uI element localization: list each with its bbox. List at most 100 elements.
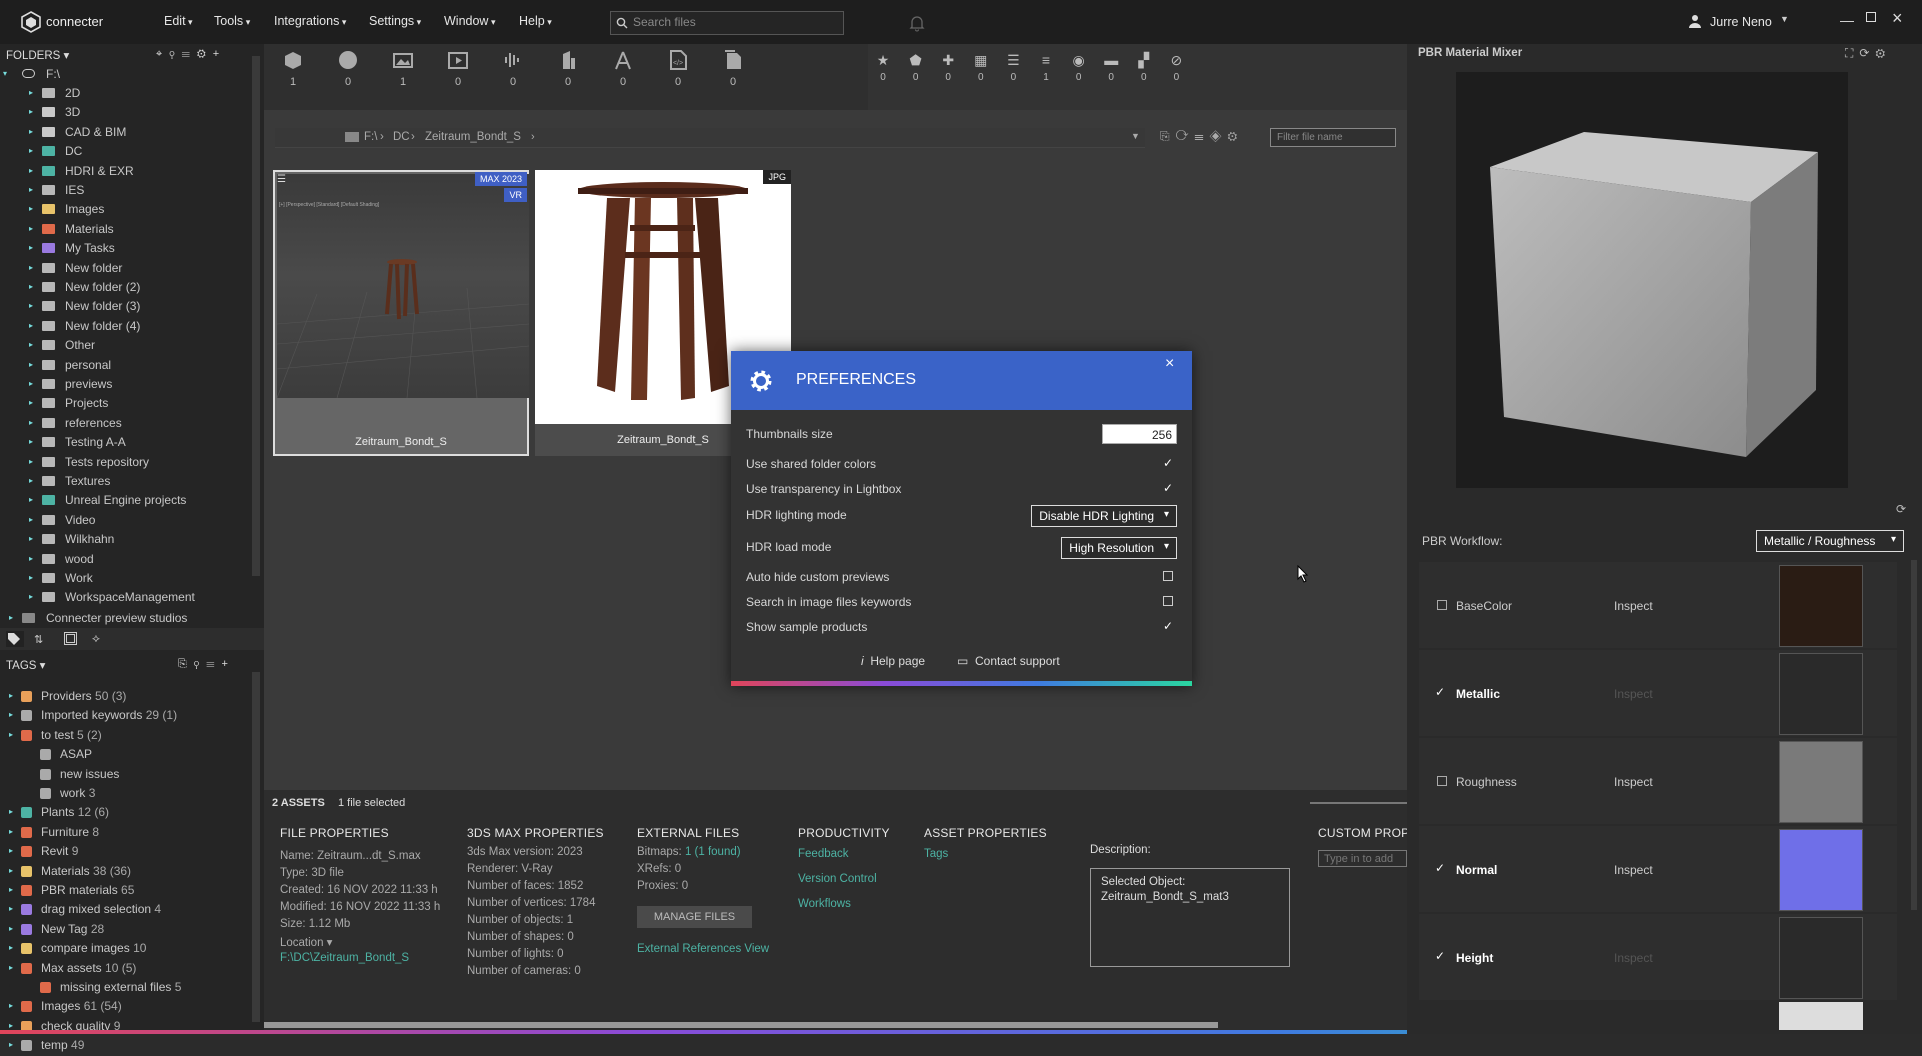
tag-item[interactable]: ▸ Plants 12 (6) [0,804,250,823]
workflow-select[interactable]: Metallic / Roughness [1756,530,1904,552]
breadcrumb[interactable]: F:\ › DC › Zeitraum_Bondt_S › ▼ [275,128,1145,148]
tag-tools[interactable]: ⎘⚲☰+ [178,658,235,671]
quick-camera[interactable]: ◉ 0 [1064,52,1094,83]
transparency-row[interactable]: Use transparency in Lightbox ✓ [746,479,1177,499]
filter-drafting[interactable]: 0 [594,50,652,88]
checkbox[interactable] [1163,571,1173,581]
folder-item[interactable]: ▸ Wilkhahn [0,531,250,550]
folder-item[interactable]: ▸ Work [0,570,250,589]
tag-item[interactable]: new issues [0,766,250,785]
tags-link[interactable]: Tags [924,848,948,860]
menu-integrations[interactable]: Integrations [274,14,346,28]
folder-root[interactable]: ▾ F:\ [0,66,250,85]
contact-support-link[interactable]: ▭ Contact support [957,654,1060,668]
menu-help[interactable]: Help [519,14,552,28]
folder-item[interactable]: ▸ New folder (4) [0,318,250,337]
pbr-tools[interactable]: ⛶⟳⚙ [1845,46,1891,61]
menu-settings[interactable]: Settings [369,14,421,28]
inspect-button[interactable]: Inspect [1614,775,1653,789]
shared-colors-row[interactable]: Use shared folder colors ✓ [746,454,1177,474]
folders-header[interactable]: FOLDERS ▾ [6,48,69,62]
search-input[interactable]: Search files [610,11,844,35]
hdr-lighting-select[interactable]: Disable HDR Lighting [1031,505,1177,527]
grid-tab-icon[interactable] [64,632,77,645]
asset-card-max[interactable]: [+] [Perspective] [Standard] [Default Sh… [273,170,529,456]
folder-item[interactable]: ▸ CAD & BIM [0,124,250,143]
thumbnails-size-input[interactable]: 256 [1102,424,1177,444]
tags-header[interactable]: TAGS ▾ [6,658,45,672]
folder-item[interactable]: ▸ HDRI & EXR [0,163,250,182]
channel-texture-swatch[interactable] [1779,741,1863,823]
tag-item[interactable]: ▸ Images 61 (54) [0,998,250,1017]
folder-item[interactable]: ▸ Textures [0,473,250,492]
close-icon[interactable]: × [1165,355,1174,373]
folder-item[interactable]: ▸ 3D [0,104,250,123]
inspect-button[interactable]: Inspect [1614,863,1653,877]
version-control-link[interactable]: Version Control [798,873,877,885]
breadcrumb-current[interactable]: Zeitraum_Bondt_S [425,131,521,143]
filter-video[interactable]: 0 [429,50,487,88]
check-icon[interactable]: ✓ [1435,949,1445,963]
quick-block[interactable]: ⊘ 0 [1161,52,1191,83]
quick-puzzle[interactable]: ▞ 0 [1129,52,1159,83]
feedback-link[interactable]: Feedback [798,848,849,860]
menu-icon[interactable]: ☰ [277,174,291,186]
check-icon[interactable]: ✓ [1161,481,1175,495]
search-keywords-row[interactable]: Search in image files keywords [746,592,1177,612]
folder-item[interactable]: ▸ 2D [0,85,250,104]
check-icon[interactable]: ✓ [1435,861,1445,875]
user-icon[interactable] [1688,14,1702,28]
inspect-button[interactable]: Inspect [1614,599,1653,613]
folder-item[interactable]: ▸ Projects [0,395,250,414]
user-dropdown-icon[interactable]: ▼ [1780,14,1789,24]
quick-list[interactable]: ☰ 0 [998,52,1028,83]
sort-tab-icon[interactable]: ⇅ [34,633,43,646]
quick-star[interactable]: ★ 0 [868,52,898,83]
folder-item[interactable]: ▸ New folder (3) [0,298,250,317]
quick-tag[interactable]: ⬟ 0 [901,52,931,83]
tag-item[interactable]: ▸ to test 5 (2) [0,727,250,746]
folder-item[interactable]: ▸ IES [0,182,250,201]
folder-item[interactable]: ▸ previews [0,376,250,395]
filter-sphere[interactable]: 0 [319,50,377,88]
folder-item[interactable]: ▸ Other [0,337,250,356]
pbr-scrollbar[interactable] [1911,560,1917,910]
folder-item[interactable]: ▸ Images [0,201,250,220]
channel-texture-swatch[interactable] [1779,829,1863,911]
check-icon[interactable]: ✓ [1161,456,1175,470]
bell-icon[interactable] [908,14,926,32]
tag-item[interactable]: ▸ temp 49 [0,1037,250,1056]
filter-code[interactable]: </> 0 [649,50,707,88]
quick-grid[interactable]: ▦ 0 [966,52,996,83]
folder-item[interactable]: ▸ DC [0,143,250,162]
tag-item[interactable]: ▸ Imported keywords 29 (1) [0,707,250,726]
menu-window[interactable]: Window [444,14,496,28]
folder-item[interactable]: ▸ references [0,415,250,434]
location-dropdown[interactable]: Location ▾ [280,935,332,949]
tag-item[interactable]: ▸ New Tag 28 [0,921,250,940]
quick-comment-plus[interactable]: ✚ 0 [933,52,963,83]
quick-chat[interactable]: ▬ 0 [1096,52,1126,83]
channel-texture-swatch[interactable] [1779,653,1863,735]
checkbox[interactable] [1163,596,1173,606]
folder-item[interactable]: ▸ Tests repository [0,454,250,473]
tag-tab-icon[interactable] [6,631,24,647]
filter-file-name-input[interactable]: Filter file name [1270,128,1396,147]
menu-tools[interactable]: Tools [214,14,250,28]
tag-item[interactable]: work 3 [0,785,250,804]
folder-item[interactable]: ▸ Connecter preview studios [0,610,250,629]
custom-prop-input[interactable]: Type in to add [1318,850,1407,867]
refresh-icon[interactable]: ⟳ [1896,502,1906,516]
view-tools[interactable]: ⎘⟳☰◈⚙ [1160,129,1243,144]
tag-item[interactable]: ▸ Materials 38 (36) [0,863,250,882]
hdr-load-select[interactable]: High Resolution [1061,537,1177,559]
folder-item[interactable]: ▸ Unreal Engine projects [0,492,250,511]
filter-image[interactable]: 1 [374,50,432,88]
tag-item[interactable]: ▸ Providers 50 (3) [0,688,250,707]
external-references-link[interactable]: External References View [637,943,769,955]
check-icon[interactable]: ✓ [1161,619,1175,633]
filter-audio[interactable]: 0 [484,50,542,88]
filter-building[interactable]: 0 [539,50,597,88]
tag-item[interactable]: ASAP [0,746,250,765]
filter-cube[interactable]: 1 [264,50,322,88]
